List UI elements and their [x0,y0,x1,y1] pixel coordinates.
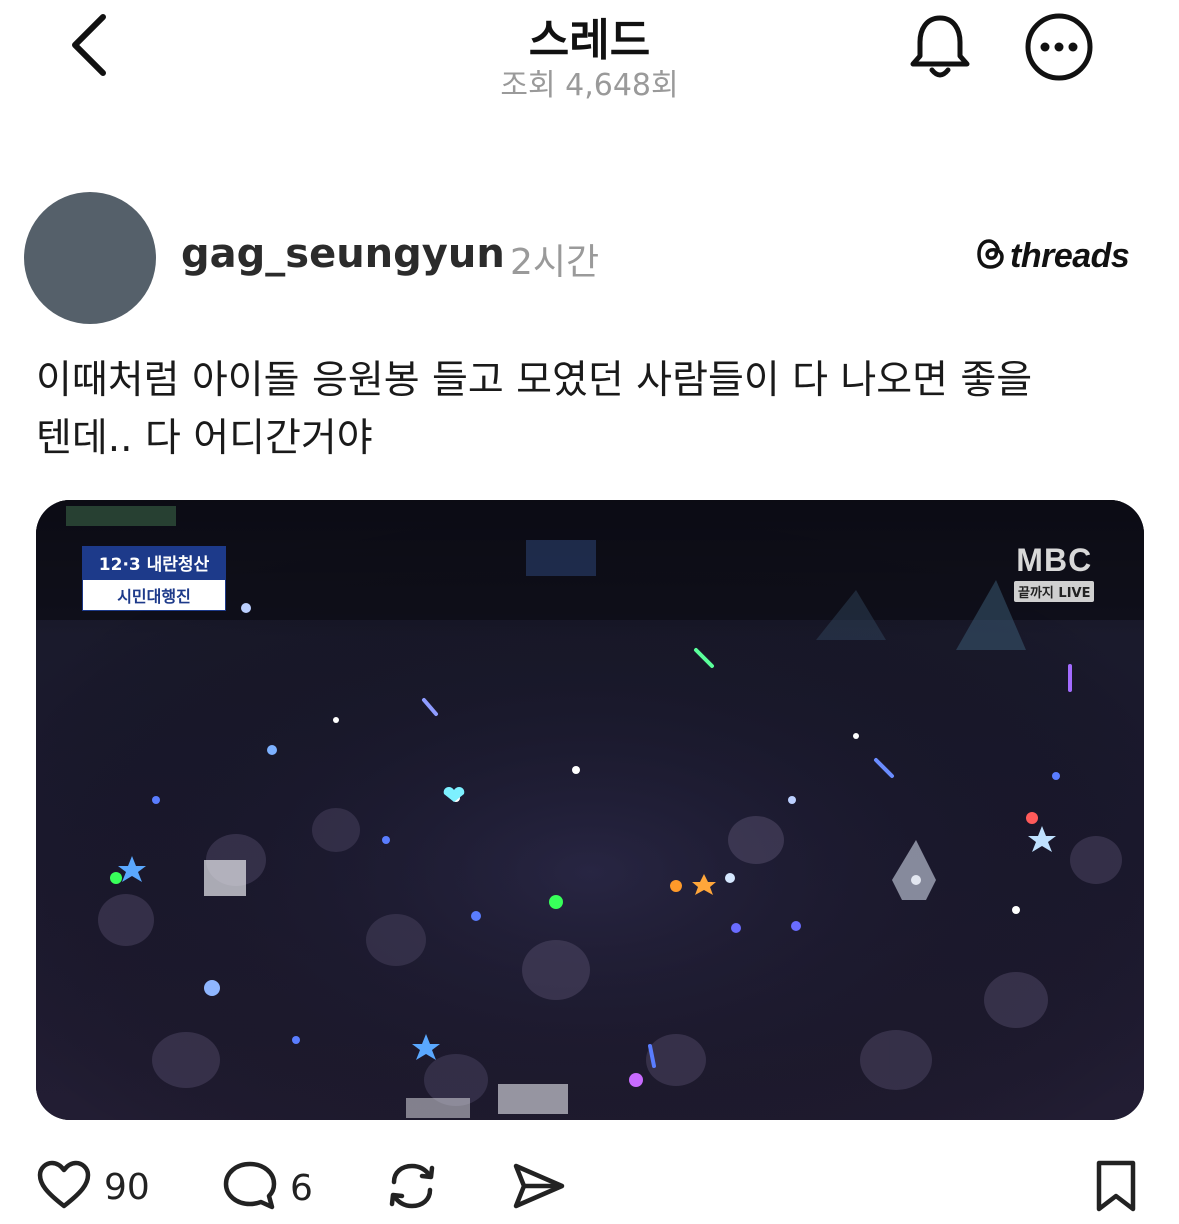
threads-logo-icon [976,237,1006,275]
post-text-line: 텐데.. 다 어디간거야 [36,416,373,461]
action-bar: 90 6 [0,1140,1179,1224]
more-options-button[interactable] [1022,12,1096,86]
comment-count: 6 [290,1167,313,1209]
post-media-image[interactable]: 12·3 내란청산 시민대행진 MBC 끝까지 LIVE [36,500,1144,1120]
view-count: 조회 4,648회 [500,68,679,103]
post-time: 2시간 [510,242,600,283]
threads-brand: threads [976,236,1130,276]
caption-subtitle: 시민대행진 [82,579,226,611]
bookmark-button[interactable] [1094,1158,1138,1218]
repost-icon [384,1160,440,1216]
page-title: 스레드 [528,15,651,66]
share-button[interactable] [510,1160,566,1216]
author-username[interactable]: gag_seungyun [181,231,505,277]
bell-icon [908,12,972,84]
like-count: 90 [104,1166,150,1208]
heart-icon [36,1160,92,1214]
caption-title: 12·3 내란청산 [82,546,226,579]
broadcast-caption: 12·3 내란청산 시민대행진 [82,546,226,611]
top-bar: 스레드 조회 4,648회 [0,0,1179,110]
broadcaster-name: MBC [1016,542,1093,578]
comment-icon [222,1160,278,1216]
threads-wordmark: threads [1010,236,1130,275]
bookmark-icon [1094,1158,1138,1218]
avatar[interactable] [24,192,156,324]
thread-page: 스레드 조회 4,648회 gag_seungyun 2시간 threads 이… [0,0,1179,1224]
more-icon [1024,12,1094,86]
post-text-line: 이때처럼 아이돌 응원봉 들고 모였던 사람들이 다 나오면 좋을 [36,358,1033,403]
notification-button[interactable] [900,10,980,86]
post-text: 이때처럼 아이돌 응원봉 들고 모였던 사람들이 다 나오면 좋을 텐데.. 다… [36,352,1146,468]
broadcaster-live-tag: 끝까지 LIVE [1014,581,1095,602]
broadcaster-logo: MBC 끝까지 LIVE [1014,542,1095,602]
send-icon [510,1160,566,1216]
like-button[interactable]: 90 [36,1160,150,1214]
comment-button[interactable]: 6 [222,1160,313,1216]
repost-button[interactable] [384,1160,440,1216]
